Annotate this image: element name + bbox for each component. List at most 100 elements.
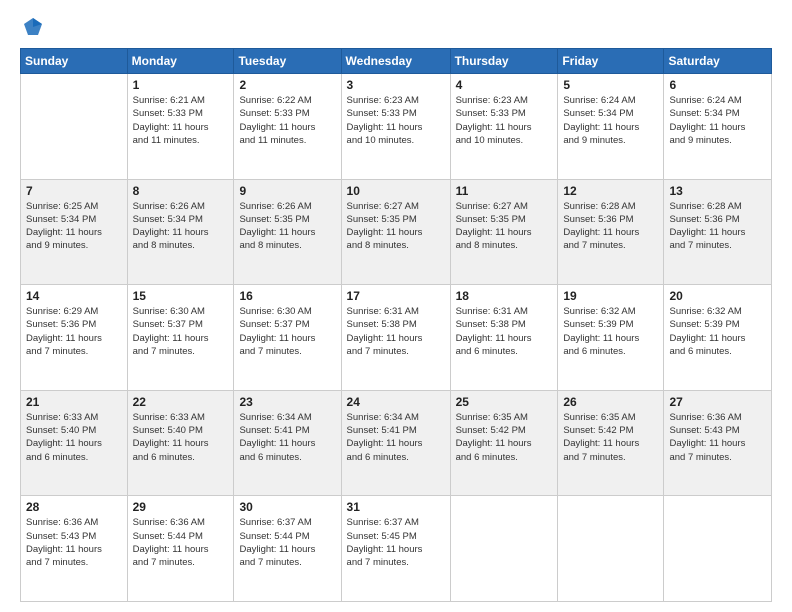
calendar-cell: 17 Sunrise: 6:31 AM Sunset: 5:38 PM Dayli…	[341, 285, 450, 391]
day-number: 6	[669, 78, 766, 92]
day-number: 12	[563, 184, 658, 198]
day-info: Sunrise: 6:31 AM Sunset: 5:38 PM Dayligh…	[347, 305, 445, 358]
day-number: 13	[669, 184, 766, 198]
calendar-cell: 8 Sunrise: 6:26 AM Sunset: 5:34 PM Daylig…	[127, 179, 234, 285]
calendar-cell: 6 Sunrise: 6:24 AM Sunset: 5:34 PM Daylig…	[664, 74, 772, 180]
calendar-cell: 11 Sunrise: 6:27 AM Sunset: 5:35 PM Dayli…	[450, 179, 558, 285]
day-info: Sunrise: 6:24 AM Sunset: 5:34 PM Dayligh…	[563, 94, 658, 147]
day-number: 10	[347, 184, 445, 198]
calendar-week-row: 7Sunrise: 6:25 AM Sunset: 5:34 PM Daylig…	[21, 179, 772, 285]
calendar-week-row: 14 Sunrise: 6:29 AM Sunset: 5:36 PM Dayli…	[21, 285, 772, 391]
calendar-day-header: Tuesday	[234, 49, 341, 74]
calendar-day-header: Thursday	[450, 49, 558, 74]
calendar-cell: 10 Sunrise: 6:27 AM Sunset: 5:35 PM Dayli…	[341, 179, 450, 285]
day-info: Sunrise: 6:31 AM Sunset: 5:38 PM Dayligh…	[456, 305, 553, 358]
calendar-day-header: Saturday	[664, 49, 772, 74]
calendar-week-row: 21 Sunrise: 6:33 AM Sunset: 5:40 PM Dayli…	[21, 390, 772, 496]
day-number: 17	[347, 289, 445, 303]
calendar-cell: 24 Sunrise: 6:34 AM Sunset: 5:41 PM Dayli…	[341, 390, 450, 496]
calendar-cell: 15 Sunrise: 6:30 AM Sunset: 5:37 PM Dayli…	[127, 285, 234, 391]
day-info: Sunrise: 6:25 AM Sunset: 5:34 PM Dayligh…	[26, 200, 122, 253]
day-info: Sunrise: 6:36 AM Sunset: 5:44 PM Dayligh…	[133, 516, 229, 569]
day-info: Sunrise: 6:24 AM Sunset: 5:34 PM Dayligh…	[669, 94, 766, 147]
day-info: Sunrise: 6:23 AM Sunset: 5:33 PM Dayligh…	[347, 94, 445, 147]
day-info: Sunrise: 6:29 AM Sunset: 5:36 PM Dayligh…	[26, 305, 122, 358]
day-number: 1	[133, 78, 229, 92]
calendar-cell: 1Sunrise: 6:21 AM Sunset: 5:33 PM Daylig…	[127, 74, 234, 180]
day-number: 15	[133, 289, 229, 303]
calendar-header-row: SundayMondayTuesdayWednesdayThursdayFrid…	[21, 49, 772, 74]
day-number: 29	[133, 500, 229, 514]
calendar-cell: 3 Sunrise: 6:23 AM Sunset: 5:33 PM Daylig…	[341, 74, 450, 180]
calendar-day-header: Friday	[558, 49, 664, 74]
calendar-cell: 2Sunrise: 6:22 AM Sunset: 5:33 PM Daylig…	[234, 74, 341, 180]
day-number: 26	[563, 395, 658, 409]
calendar-cell: 23Sunrise: 6:34 AM Sunset: 5:41 PM Dayli…	[234, 390, 341, 496]
calendar-cell: 9 Sunrise: 6:26 AM Sunset: 5:35 PM Daylig…	[234, 179, 341, 285]
day-number: 3	[347, 78, 445, 92]
calendar-cell: 31Sunrise: 6:37 AM Sunset: 5:45 PM Dayli…	[341, 496, 450, 602]
day-number: 30	[239, 500, 335, 514]
day-info: Sunrise: 6:33 AM Sunset: 5:40 PM Dayligh…	[26, 411, 122, 464]
calendar-cell: 20 Sunrise: 6:32 AM Sunset: 5:39 PM Dayli…	[664, 285, 772, 391]
day-info: Sunrise: 6:36 AM Sunset: 5:43 PM Dayligh…	[26, 516, 122, 569]
day-number: 4	[456, 78, 553, 92]
day-info: Sunrise: 6:28 AM Sunset: 5:36 PM Dayligh…	[563, 200, 658, 253]
calendar-week-row: 1Sunrise: 6:21 AM Sunset: 5:33 PM Daylig…	[21, 74, 772, 180]
day-number: 14	[26, 289, 122, 303]
page: SundayMondayTuesdayWednesdayThursdayFrid…	[0, 0, 792, 612]
day-info: Sunrise: 6:30 AM Sunset: 5:37 PM Dayligh…	[239, 305, 335, 358]
calendar-cell: 4 Sunrise: 6:23 AM Sunset: 5:33 PM Daylig…	[450, 74, 558, 180]
day-info: Sunrise: 6:27 AM Sunset: 5:35 PM Dayligh…	[347, 200, 445, 253]
day-info: Sunrise: 6:23 AM Sunset: 5:33 PM Dayligh…	[456, 94, 553, 147]
calendar-cell: 30 Sunrise: 6:37 AM Sunset: 5:44 PM Dayli…	[234, 496, 341, 602]
day-number: 18	[456, 289, 553, 303]
logo-flag-icon	[22, 16, 44, 38]
day-number: 8	[133, 184, 229, 198]
day-number: 24	[347, 395, 445, 409]
day-number: 21	[26, 395, 122, 409]
day-number: 11	[456, 184, 553, 198]
calendar-cell: 13 Sunrise: 6:28 AM Sunset: 5:36 PM Dayli…	[664, 179, 772, 285]
calendar-cell: 18 Sunrise: 6:31 AM Sunset: 5:38 PM Dayli…	[450, 285, 558, 391]
day-info: Sunrise: 6:30 AM Sunset: 5:37 PM Dayligh…	[133, 305, 229, 358]
calendar-cell: 27Sunrise: 6:36 AM Sunset: 5:43 PM Dayli…	[664, 390, 772, 496]
calendar-cell	[558, 496, 664, 602]
day-info: Sunrise: 6:37 AM Sunset: 5:45 PM Dayligh…	[347, 516, 445, 569]
day-info: Sunrise: 6:32 AM Sunset: 5:39 PM Dayligh…	[669, 305, 766, 358]
day-number: 20	[669, 289, 766, 303]
day-number: 9	[239, 184, 335, 198]
calendar-cell: 28Sunrise: 6:36 AM Sunset: 5:43 PM Dayli…	[21, 496, 128, 602]
day-info: Sunrise: 6:26 AM Sunset: 5:35 PM Dayligh…	[239, 200, 335, 253]
calendar-cell: 19Sunrise: 6:32 AM Sunset: 5:39 PM Dayli…	[558, 285, 664, 391]
calendar-day-header: Monday	[127, 49, 234, 74]
day-info: Sunrise: 6:27 AM Sunset: 5:35 PM Dayligh…	[456, 200, 553, 253]
calendar-cell: 12 Sunrise: 6:28 AM Sunset: 5:36 PM Dayli…	[558, 179, 664, 285]
day-number: 23	[239, 395, 335, 409]
calendar-day-header: Wednesday	[341, 49, 450, 74]
calendar-week-row: 28Sunrise: 6:36 AM Sunset: 5:43 PM Dayli…	[21, 496, 772, 602]
calendar-cell: 5 Sunrise: 6:24 AM Sunset: 5:34 PM Daylig…	[558, 74, 664, 180]
day-info: Sunrise: 6:35 AM Sunset: 5:42 PM Dayligh…	[563, 411, 658, 464]
day-info: Sunrise: 6:36 AM Sunset: 5:43 PM Dayligh…	[669, 411, 766, 464]
day-number: 16	[239, 289, 335, 303]
calendar-cell	[664, 496, 772, 602]
calendar-cell: 16 Sunrise: 6:30 AM Sunset: 5:37 PM Dayli…	[234, 285, 341, 391]
day-info: Sunrise: 6:37 AM Sunset: 5:44 PM Dayligh…	[239, 516, 335, 569]
calendar-cell: 7Sunrise: 6:25 AM Sunset: 5:34 PM Daylig…	[21, 179, 128, 285]
day-info: Sunrise: 6:22 AM Sunset: 5:33 PM Dayligh…	[239, 94, 335, 147]
day-info: Sunrise: 6:33 AM Sunset: 5:40 PM Dayligh…	[133, 411, 229, 464]
calendar-cell: 14 Sunrise: 6:29 AM Sunset: 5:36 PM Dayli…	[21, 285, 128, 391]
day-info: Sunrise: 6:34 AM Sunset: 5:41 PM Dayligh…	[347, 411, 445, 464]
header	[20, 18, 772, 38]
calendar-cell: 22Sunrise: 6:33 AM Sunset: 5:40 PM Dayli…	[127, 390, 234, 496]
calendar-table: SundayMondayTuesdayWednesdayThursdayFrid…	[20, 48, 772, 602]
day-info: Sunrise: 6:26 AM Sunset: 5:34 PM Dayligh…	[133, 200, 229, 253]
logo	[20, 18, 44, 38]
day-number: 5	[563, 78, 658, 92]
day-info: Sunrise: 6:35 AM Sunset: 5:42 PM Dayligh…	[456, 411, 553, 464]
calendar-day-header: Sunday	[21, 49, 128, 74]
calendar-cell: 26 Sunrise: 6:35 AM Sunset: 5:42 PM Dayli…	[558, 390, 664, 496]
day-info: Sunrise: 6:28 AM Sunset: 5:36 PM Dayligh…	[669, 200, 766, 253]
calendar-cell	[21, 74, 128, 180]
